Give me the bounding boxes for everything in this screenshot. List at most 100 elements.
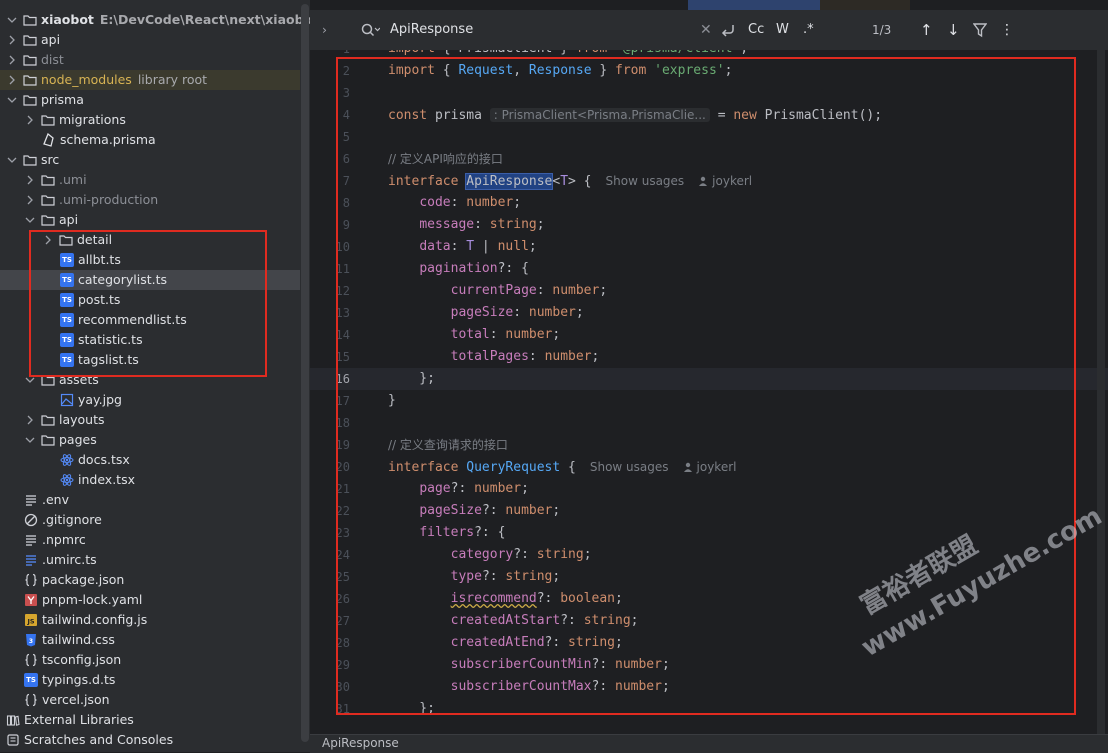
- tree-item[interactable]: TS post.ts: [0, 290, 300, 310]
- tree-item[interactable]: schema.prisma: [0, 130, 300, 150]
- code-line[interactable]: 16 };: [310, 368, 1108, 390]
- code-line[interactable]: 11 pagination?: {: [310, 258, 1108, 280]
- code-line[interactable]: 8 code: number;: [310, 192, 1108, 214]
- code-line[interactable]: 31 };: [310, 698, 1108, 720]
- code-line[interactable]: 13 pageSize: number;: [310, 302, 1108, 324]
- tree-item[interactable]: docs.tsx: [0, 450, 300, 470]
- code-token: ?:: [560, 613, 584, 628]
- text-file-icon: [24, 493, 38, 507]
- tree-item[interactable]: .gitignore: [0, 510, 300, 530]
- code-line[interactable]: 19 // 定义查询请求的接口: [310, 434, 1108, 456]
- active-tab-edge[interactable]: [688, 0, 820, 10]
- tree-item[interactable]: src: [0, 150, 300, 170]
- expand-replace-chevron-icon[interactable]: ›: [322, 20, 327, 40]
- code-line[interactable]: 9 message: string;: [310, 214, 1108, 236]
- clear-search-icon[interactable]: ✕: [700, 20, 712, 40]
- code-line[interactable]: 29 subscriberCountMin?: number;: [310, 654, 1108, 676]
- tree-item[interactable]: .umi: [0, 170, 300, 190]
- tree-item[interactable]: pnpm-lock.yaml: [0, 590, 300, 610]
- code-line[interactable]: 17}: [310, 390, 1108, 412]
- tree-item[interactable]: migrations: [0, 110, 300, 130]
- tree-item[interactable]: 3 tailwind.css: [0, 630, 300, 650]
- tree-item[interactable]: package.json: [0, 570, 300, 590]
- show-usages-hint[interactable]: Show usages: [590, 460, 669, 474]
- tree-item[interactable]: assets: [0, 370, 300, 390]
- tree-item[interactable]: node_modules library root: [0, 70, 300, 90]
- code-line[interactable]: 7 interface ApiResponse<T> {Show usages jo…: [310, 170, 1108, 192]
- project-scrollbar[interactable]: [301, 4, 309, 742]
- tree-item[interactable]: prisma: [0, 90, 300, 110]
- tree-item-name: src: [41, 152, 60, 167]
- match-case-toggle[interactable]: Cc: [748, 20, 764, 40]
- tree-item[interactable]: TS tagslist.ts: [0, 350, 300, 370]
- tree-item[interactable]: TS categorylist.ts: [0, 270, 300, 290]
- editor-scrollbar[interactable]: [1097, 50, 1105, 734]
- next-occurrence-icon[interactable]: ↓: [947, 20, 960, 40]
- code-line[interactable]: 1 import { PrismaClient } from '@prisma/c…: [310, 50, 1108, 60]
- tab-edge[interactable]: [820, 0, 910, 10]
- line-number: 13: [335, 306, 350, 320]
- code-line[interactable]: 10 data: T | null;: [310, 236, 1108, 258]
- tree-item[interactable]: vercel.json: [0, 690, 300, 710]
- code-line[interactable]: 3: [310, 82, 1108, 104]
- tree-item[interactable]: yay.jpg: [0, 390, 300, 410]
- tree-item[interactable]: api: [0, 30, 300, 50]
- more-options-icon[interactable]: ⋮: [1000, 20, 1014, 40]
- code-text: createdAtStart?: string;: [388, 610, 639, 632]
- whole-words-toggle[interactable]: W: [776, 20, 789, 40]
- line-number: 5: [342, 130, 350, 144]
- code-line[interactable]: 4 const prisma : PrismaClient<Prisma.Pris…: [310, 104, 1108, 126]
- tree-item[interactable]: .env: [0, 490, 300, 510]
- tree-item[interactable]: pages: [0, 430, 300, 450]
- code-token: number: [474, 481, 522, 496]
- tree-item[interactable]: tsconfig.json: [0, 650, 300, 670]
- regex-toggle[interactable]: .*: [803, 20, 814, 40]
- tree-item[interactable]: detail: [0, 230, 300, 250]
- tree-item[interactable]: JS tailwind.config.js: [0, 610, 300, 630]
- tree-item[interactable]: layouts: [0, 410, 300, 430]
- code-line[interactable]: 14 total: number;: [310, 324, 1108, 346]
- tree-item[interactable]: .umirc.ts: [0, 550, 300, 570]
- code-token: isrecommend: [450, 591, 537, 606]
- tree-item[interactable]: api: [0, 210, 300, 230]
- code-editor[interactable]: 1 import { PrismaClient } from '@prisma/c…: [310, 50, 1108, 734]
- tree-item[interactable]: TS allbt.ts: [0, 250, 300, 270]
- code-text: subscriberCountMin?: number;: [388, 654, 670, 676]
- tree-item[interactable]: Scratches and Consoles: [0, 730, 300, 750]
- code-line[interactable]: 2 import { Request, Response } from 'expr…: [310, 60, 1108, 82]
- breadcrumb-item[interactable]: ApiResponse: [322, 736, 399, 750]
- code-line[interactable]: 6 // 定义API响应的接口: [310, 148, 1108, 170]
- tree-item-name: tailwind.config.js: [42, 612, 148, 627]
- tree-item[interactable]: External Libraries: [0, 710, 300, 730]
- code-token: ;: [740, 50, 748, 56]
- filter-icon[interactable]: [973, 22, 987, 38]
- line-number: 19: [335, 438, 350, 452]
- tree-item[interactable]: .umi-production: [0, 190, 300, 210]
- code-token: ;: [583, 547, 592, 562]
- code-line[interactable]: 20 interface QueryRequest {Show usages joy…: [310, 456, 1108, 478]
- search-history-icon[interactable]: [360, 22, 380, 38]
- code-token: ?:: [513, 547, 537, 562]
- tree-item[interactable]: TS statistic.ts: [0, 330, 300, 350]
- code-token: from: [576, 50, 607, 56]
- tree-item[interactable]: TS typings.d.ts: [0, 670, 300, 690]
- tree-item[interactable]: index.tsx: [0, 470, 300, 490]
- tree-item[interactable]: xiaobot E:\DevCode\React\next\xiaobot: [0, 10, 310, 30]
- new-line-icon[interactable]: [720, 22, 736, 38]
- previous-occurrence-icon[interactable]: ↑: [920, 20, 933, 40]
- code-line[interactable]: 5: [310, 126, 1108, 148]
- folder-icon: [23, 13, 37, 27]
- code-line[interactable]: 27 createdAtStart?: string;: [310, 610, 1108, 632]
- tree-item[interactable]: dist: [0, 50, 300, 70]
- show-usages-hint[interactable]: Show usages: [606, 174, 685, 188]
- code-line[interactable]: 28 createdAtEnd?: string;: [310, 632, 1108, 654]
- typescript-file-icon: TS: [60, 353, 74, 367]
- search-input[interactable]: ApiResponse: [390, 20, 473, 40]
- code-line[interactable]: 15 totalPages: number;: [310, 346, 1108, 368]
- tree-item[interactable]: TS recommendlist.ts: [0, 310, 300, 330]
- tree-item[interactable]: .npmrc: [0, 530, 300, 550]
- code-line[interactable]: 30 subscriberCountMax?: number;: [310, 676, 1108, 698]
- code-line[interactable]: 18: [310, 412, 1108, 434]
- code-line[interactable]: 21 page?: number;: [310, 478, 1108, 500]
- code-line[interactable]: 12 currentPage: number;: [310, 280, 1108, 302]
